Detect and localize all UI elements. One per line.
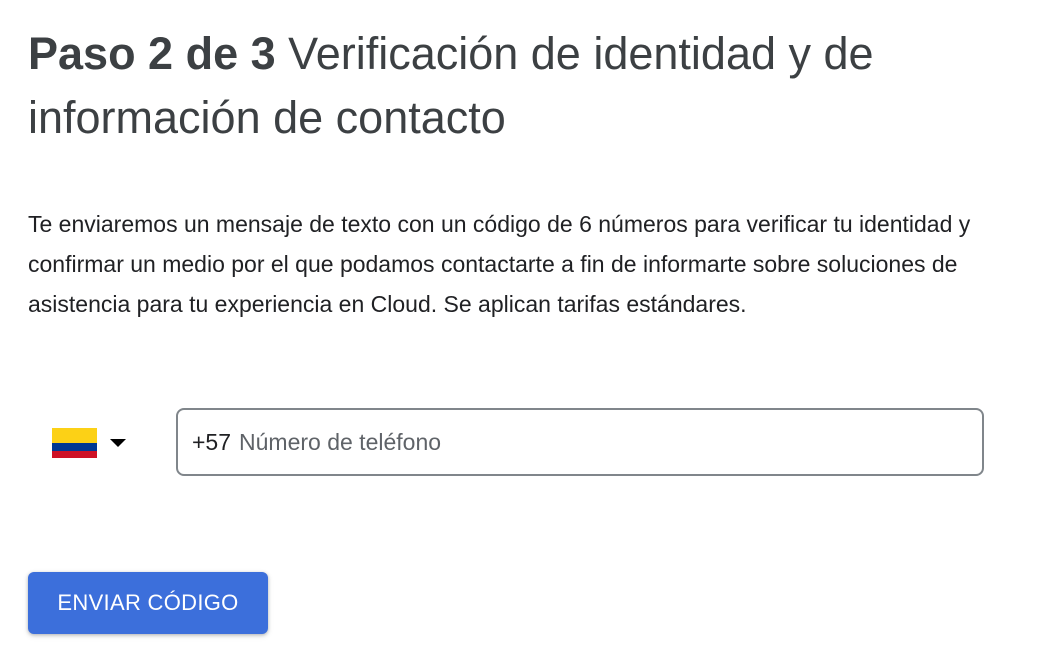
country-code-select[interactable] bbox=[40, 414, 150, 472]
phone-number-input[interactable] bbox=[239, 422, 982, 462]
dial-code-prefix: +57 bbox=[192, 428, 232, 455]
colombia-flag-icon bbox=[52, 428, 97, 458]
page-title: Paso 2 de 3 Verificación de identidad y … bbox=[28, 22, 988, 150]
step-indicator: Paso 2 de 3 bbox=[28, 28, 276, 79]
dropdown-caret-icon bbox=[110, 439, 126, 447]
phone-number-field[interactable]: +57 bbox=[176, 408, 984, 476]
send-code-button[interactable]: ENVIAR CÓDIGO bbox=[28, 572, 268, 634]
verification-description: Te enviaremos un mensaje de texto con un… bbox=[28, 211, 971, 317]
